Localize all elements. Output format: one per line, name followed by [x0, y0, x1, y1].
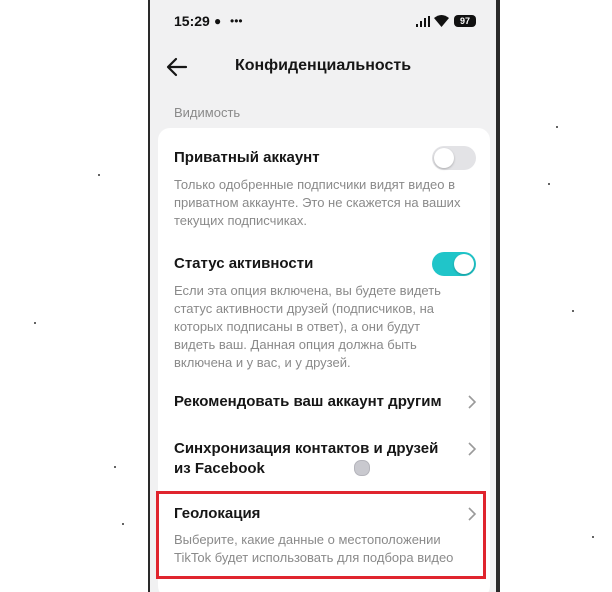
- status-bar: 15:29 ● ••• 97: [150, 0, 496, 44]
- recommend-account-title: Рекомендовать ваш аккаунт другим: [174, 393, 442, 410]
- private-account-title: Приватный аккаунт: [174, 149, 320, 166]
- private-account-description: Только одобренные подписчики видят видео…: [174, 177, 461, 228]
- chat-bubble-icon: ●: [214, 14, 222, 28]
- battery-icon: 97: [454, 15, 476, 27]
- activity-status-description: Если эта опция включена, вы будете видет…: [174, 283, 441, 370]
- noise-dot: [114, 466, 116, 468]
- noise-dot: [556, 126, 558, 128]
- noise-dot: [122, 523, 124, 525]
- more-dots-icon: •••: [230, 14, 243, 28]
- page-title: Конфиденциальность: [234, 57, 412, 74]
- chevron-right-icon: [468, 395, 477, 409]
- noise-dot: [572, 310, 574, 312]
- private-account-toggle[interactable]: [432, 146, 476, 170]
- activity-status-title: Статус активности: [174, 255, 314, 272]
- chevron-right-icon: [468, 442, 477, 456]
- wifi-icon: [434, 15, 449, 27]
- chevron-right-icon: [468, 507, 477, 521]
- noise-dot: [548, 183, 550, 185]
- screen-background: 15:29 ● ••• 97 Конфиденциальность Видимо…: [150, 0, 496, 592]
- touch-indicator: [354, 460, 370, 476]
- noise-dot: [98, 174, 100, 176]
- status-time: 15:29: [174, 13, 210, 29]
- phone-screen: 15:29 ● ••• 97 Конфиденциальность Видимо…: [150, 0, 496, 592]
- noise-dot: [592, 536, 594, 538]
- noise-dot: [34, 322, 36, 324]
- sync-contacts-title: Синхронизация контактов и друзей из Face…: [174, 440, 439, 477]
- geolocation-description: Выберите, какие данные о местоположении …: [174, 532, 454, 565]
- signal-icon: [416, 16, 430, 27]
- settings-card: Приватный аккаунт Только одобренные подп…: [158, 128, 490, 592]
- activity-status-toggle[interactable]: [432, 252, 476, 276]
- section-label-visibility: Видимость: [174, 105, 241, 120]
- geolocation-title: Геолокация: [174, 505, 261, 522]
- phone-frame-right: [496, 0, 500, 592]
